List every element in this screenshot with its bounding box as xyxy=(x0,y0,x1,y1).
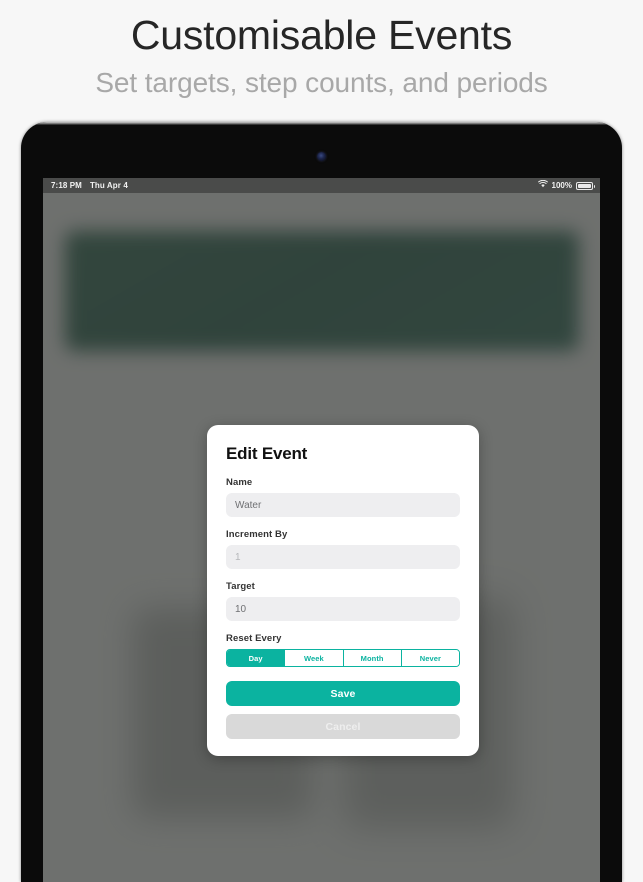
target-input[interactable]: 10 xyxy=(226,597,460,621)
wifi-icon xyxy=(537,178,548,193)
device-screen: 7:18 PM Thu Apr 4 100% Edit Event Name W… xyxy=(43,178,600,882)
save-button[interactable]: Save xyxy=(226,681,460,706)
cancel-button[interactable]: Cancel xyxy=(226,714,460,739)
name-field-label: Name xyxy=(226,477,253,488)
field-group-reset-every: Reset Every Day Week Month Never xyxy=(226,633,460,667)
segment-day[interactable]: Day xyxy=(227,650,286,666)
field-group-increment: Increment By 1 xyxy=(226,529,460,569)
reset-every-segmented-control[interactable]: Day Week Month Never xyxy=(226,649,460,667)
device-top-gloss xyxy=(21,122,622,125)
status-bar-left: 7:18 PM Thu Apr 4 xyxy=(43,178,128,193)
target-field-label: Target xyxy=(226,581,255,592)
increment-input[interactable]: 1 xyxy=(226,545,460,569)
tablet-device-frame: 7:18 PM Thu Apr 4 100% Edit Event Name W… xyxy=(21,122,622,882)
reset-every-label: Reset Every xyxy=(226,633,282,644)
dialog-title: Edit Event xyxy=(226,444,308,463)
status-bar-right: 100% xyxy=(537,178,600,193)
segment-never[interactable]: Never xyxy=(401,650,459,666)
increment-field-label: Increment By xyxy=(226,529,288,540)
segment-week[interactable]: Week xyxy=(285,650,344,666)
promo-header: Customisable Events Set targets, step co… xyxy=(0,0,643,118)
field-group-name: Name Water xyxy=(226,477,460,517)
page-title: Customisable Events xyxy=(130,12,513,58)
field-group-target: Target 10 xyxy=(226,581,460,621)
edit-event-dialog: Edit Event Name Water Increment By 1 Tar… xyxy=(207,425,479,756)
status-time: 7:18 PM xyxy=(51,181,82,190)
status-date: Thu Apr 4 xyxy=(89,181,128,190)
segment-month[interactable]: Month xyxy=(343,650,402,666)
battery-full-icon xyxy=(576,181,595,190)
name-input[interactable]: Water xyxy=(226,493,460,517)
status-bar: 7:18 PM Thu Apr 4 100% xyxy=(43,178,600,193)
page-subtitle: Set targets, step counts, and periods xyxy=(95,67,548,98)
battery-fill xyxy=(578,183,591,188)
battery-percent-label: 100% xyxy=(551,181,572,190)
front-camera-icon xyxy=(317,152,326,161)
